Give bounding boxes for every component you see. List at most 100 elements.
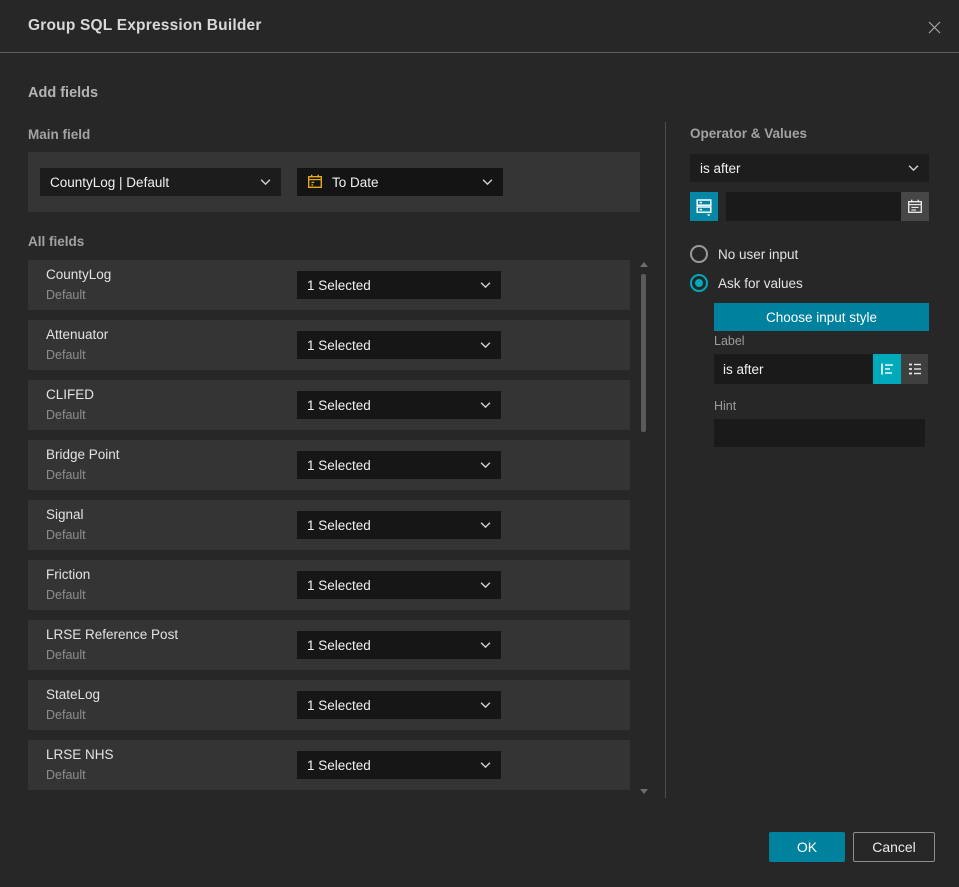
chevron-down-icon xyxy=(480,641,491,648)
input-style-list-button[interactable] xyxy=(901,354,928,384)
field-selected-value: 1 Selected xyxy=(307,577,371,593)
field-name: LRSE Reference Post xyxy=(46,627,179,642)
scrollbar-down-arrow[interactable] xyxy=(640,789,648,794)
close-button[interactable] xyxy=(923,16,945,38)
field-row-clifed[interactable]: CLIFED Default 1 Selected xyxy=(28,380,630,430)
main-field-date-select[interactable]: To Date xyxy=(297,168,503,196)
field-selected-value: 1 Selected xyxy=(307,517,371,533)
chevron-down-icon xyxy=(260,178,271,185)
field-selected-dropdown[interactable]: 1 Selected xyxy=(297,691,501,719)
main-field-select-value: CountyLog | Default xyxy=(50,174,170,190)
field-name: Signal xyxy=(46,507,84,522)
field-row-attenuator[interactable]: Attenuator Default 1 Selected xyxy=(28,320,630,370)
chevron-down-icon xyxy=(480,521,491,528)
radio-ask-for-values[interactable]: Ask for values xyxy=(690,274,803,292)
unique-values-icon xyxy=(696,199,712,217)
calendar-icon xyxy=(308,174,323,189)
field-selected-value: 1 Selected xyxy=(307,637,371,653)
field-selected-dropdown[interactable]: 1 Selected xyxy=(297,631,501,659)
panel-divider xyxy=(665,122,666,798)
field-name: LRSE NHS xyxy=(46,747,114,762)
chevron-down-icon xyxy=(480,761,491,768)
field-row-statelog[interactable]: StateLog Default 1 Selected xyxy=(28,680,630,730)
choose-input-style-button[interactable]: Choose input style xyxy=(714,303,929,331)
operator-select-value: is after xyxy=(700,160,741,176)
field-subtype: Default xyxy=(46,348,86,362)
hint-field-label: Hint xyxy=(714,399,737,413)
field-selected-value: 1 Selected xyxy=(307,397,371,413)
field-subtype: Default xyxy=(46,708,86,722)
field-selected-dropdown[interactable]: 1 Selected xyxy=(297,271,501,299)
field-subtype: Default xyxy=(46,408,86,422)
label-input[interactable] xyxy=(714,354,873,384)
main-field-date-value: To Date xyxy=(332,174,379,190)
choose-input-style-label: Choose input style xyxy=(765,309,878,325)
hint-input[interactable] xyxy=(714,419,925,447)
align-left-icon xyxy=(881,363,893,375)
field-selected-value: 1 Selected xyxy=(307,337,371,353)
chevron-down-icon xyxy=(480,281,491,288)
field-selected-value: 1 Selected xyxy=(307,757,371,773)
field-row-signal[interactable]: Signal Default 1 Selected xyxy=(28,500,630,550)
field-subtype: Default xyxy=(46,648,86,662)
field-selected-dropdown[interactable]: 1 Selected xyxy=(297,751,501,779)
cancel-button-label: Cancel xyxy=(872,839,916,855)
close-icon xyxy=(928,21,940,33)
field-selected-dropdown[interactable]: 1 Selected xyxy=(297,391,501,419)
main-field-select[interactable]: CountyLog | Default xyxy=(40,168,281,196)
field-row-countylog[interactable]: CountyLog Default 1 Selected xyxy=(28,260,630,310)
dialog-title: Group SQL Expression Builder xyxy=(28,17,262,34)
field-row-lrse-reference-post[interactable]: LRSE Reference Post Default 1 Selected xyxy=(28,620,630,670)
chevron-down-icon xyxy=(482,178,493,185)
radio-label: Ask for values xyxy=(718,275,803,291)
input-style-text-button[interactable] xyxy=(873,354,901,384)
ok-button-label: OK xyxy=(796,839,818,855)
field-selected-dropdown[interactable]: 1 Selected xyxy=(297,451,501,479)
ok-button[interactable]: OK xyxy=(769,832,845,862)
field-row-lrse-nhs[interactable]: LRSE NHS Default 1 Selected xyxy=(28,740,630,790)
add-fields-heading: Add fields xyxy=(28,85,99,101)
field-row-bridge-point[interactable]: Bridge Point Default 1 Selected xyxy=(28,440,630,490)
field-subtype: Default xyxy=(46,468,86,482)
field-subtype: Default xyxy=(46,288,86,302)
value-input[interactable] xyxy=(726,192,901,221)
operator-select[interactable]: is after xyxy=(690,154,929,182)
field-name: CLIFED xyxy=(46,387,95,402)
field-subtype: Default xyxy=(46,528,86,542)
all-fields-label: All fields xyxy=(28,234,85,249)
field-name: Friction xyxy=(46,567,91,582)
field-name: Bridge Point xyxy=(46,447,120,462)
radio-no-user-input[interactable]: No user input xyxy=(690,245,798,263)
value-date-picker-button[interactable] xyxy=(901,192,929,221)
field-subtype: Default xyxy=(46,588,86,602)
chevron-down-icon xyxy=(480,341,491,348)
chevron-down-icon xyxy=(908,164,919,171)
scrollbar-up-arrow[interactable] xyxy=(640,262,648,267)
cancel-button[interactable]: Cancel xyxy=(853,832,935,862)
set-values-button[interactable] xyxy=(690,192,718,221)
chevron-down-icon xyxy=(480,401,491,408)
chevron-down-icon xyxy=(480,461,491,468)
bulleted-list-icon xyxy=(908,363,921,375)
radio-label: No user input xyxy=(718,246,799,262)
radio-circle-icon xyxy=(690,274,708,292)
field-name: StateLog xyxy=(46,687,101,702)
all-fields-list: CountyLog Default 1 Selected Attenuator … xyxy=(28,260,630,800)
calendar-icon xyxy=(908,199,922,213)
field-selected-dropdown[interactable]: 1 Selected xyxy=(297,511,501,539)
field-selected-dropdown[interactable]: 1 Selected xyxy=(297,331,501,359)
field-selected-value: 1 Selected xyxy=(307,277,371,293)
field-selected-dropdown[interactable]: 1 Selected xyxy=(297,571,501,599)
field-name: Attenuator xyxy=(46,327,109,342)
field-selected-value: 1 Selected xyxy=(307,457,371,473)
scrollbar-thumb[interactable] xyxy=(641,274,646,432)
chevron-down-icon xyxy=(480,701,491,708)
main-field-panel: CountyLog | Default To Date xyxy=(28,152,640,212)
main-field-label: Main field xyxy=(28,127,91,142)
field-row-friction[interactable]: Friction Default 1 Selected xyxy=(28,560,630,610)
field-selected-value: 1 Selected xyxy=(307,697,371,713)
radio-circle-icon xyxy=(690,245,708,263)
field-name: CountyLog xyxy=(46,267,112,282)
operator-values-heading: Operator & Values xyxy=(690,126,808,141)
chevron-down-icon xyxy=(480,581,491,588)
